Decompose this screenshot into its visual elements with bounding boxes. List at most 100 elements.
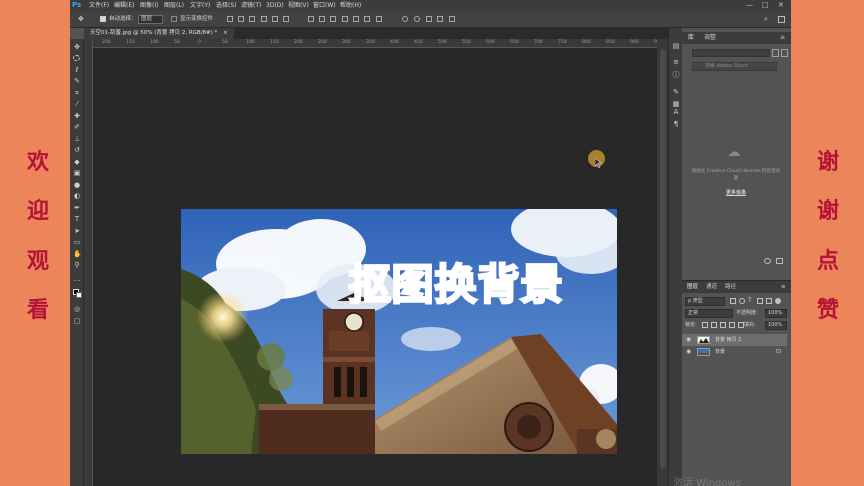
filter-shape-icon[interactable] <box>757 298 763 304</box>
layer-row[interactable]: ◉ 背景 ⊡ <box>682 346 787 358</box>
swatches-panel-icon[interactable]: ▦ <box>672 100 680 108</box>
move-tool-icon[interactable]: ✥ <box>73 43 81 51</box>
minimize-button[interactable]: — <box>746 0 753 11</box>
close-tab-icon[interactable]: × <box>223 30 228 36</box>
layer-row[interactable]: ◉ 背景 拷贝 2 <box>682 334 787 346</box>
menu-layer[interactable]: 图层(L) <box>164 0 184 11</box>
search-icon[interactable]: ⌕ <box>764 15 768 24</box>
more-info-link[interactable]: 更多信息 <box>712 189 760 196</box>
document-canvas[interactable]: 抠图换背景 <box>181 209 617 454</box>
panel-menu-icon[interactable]: ≡ <box>781 281 786 293</box>
close-button[interactable]: ✕ <box>778 0 784 11</box>
tab-channels[interactable]: 通道 <box>706 281 717 293</box>
tab-libraries[interactable]: 库 <box>688 32 694 44</box>
lasso-tool-icon[interactable]: ℓ <box>73 66 81 74</box>
menu-help[interactable]: 帮助(H) <box>340 0 361 11</box>
filter-adjustment-icon[interactable] <box>739 298 745 304</box>
rectangle-tool-icon[interactable]: ▭ <box>73 238 81 246</box>
layer-filter-dropdown[interactable]: ρ 类型 <box>685 297 725 306</box>
menu-3d[interactable]: 3D(D) <box>266 0 284 11</box>
restore-button[interactable]: □ <box>762 0 769 11</box>
menu-edit[interactable]: 编辑(E) <box>114 0 134 11</box>
visibility-eye-icon[interactable]: ◉ <box>686 334 693 346</box>
align-bottom-icon[interactable] <box>249 16 255 22</box>
distribute-hcenter-icon[interactable] <box>353 16 359 22</box>
lock-transparent-icon[interactable] <box>702 322 708 328</box>
marquee-tool-icon[interactable] <box>73 54 81 62</box>
paragraph-panel-icon[interactable]: ¶ <box>672 120 680 128</box>
lock-pixels-icon[interactable] <box>711 322 717 328</box>
menu-type[interactable]: 文字(Y) <box>190 0 210 11</box>
auto-select-checkbox[interactable] <box>100 16 106 22</box>
tab-paths[interactable]: 路径 <box>725 281 736 293</box>
fill-field[interactable]: 100% <box>765 321 787 330</box>
move-tool-icon[interactable]: ✥ <box>78 15 84 24</box>
distribute-left-icon[interactable] <box>342 16 348 22</box>
blur-tool-icon[interactable]: ● <box>73 181 81 189</box>
visibility-eye-icon[interactable]: ◉ <box>686 346 693 358</box>
eyedropper-tool-icon[interactable]: ⁄ <box>73 100 81 108</box>
dodge-tool-icon[interactable]: ◐ <box>73 192 81 200</box>
properties-panel-icon[interactable]: ≡ <box>672 58 680 66</box>
gradient-tool-icon[interactable]: ▣ <box>73 169 81 177</box>
menu-window[interactable]: 窗口(W) <box>313 0 336 11</box>
color-swatch-icon[interactable] <box>73 289 82 298</box>
path-select-icon[interactable]: ➤ <box>73 227 81 235</box>
blend-mode-dropdown[interactable]: 正常 <box>685 309 733 318</box>
menu-file[interactable]: 文件(F) <box>89 0 109 11</box>
quick-select-tool-icon[interactable]: ✎ <box>73 77 81 85</box>
healing-brush-icon[interactable]: ✚ <box>73 112 81 120</box>
3d-roll-icon[interactable] <box>414 16 420 22</box>
document-workspace[interactable]: 抠图换背景 <box>93 48 682 486</box>
library-grid-view-icon[interactable] <box>772 49 779 57</box>
3d-scale-icon[interactable] <box>449 16 455 22</box>
opacity-field[interactable]: 100% <box>765 309 787 318</box>
document-tab[interactable]: 天空01-刮羞.jpg @ 50% (背景 拷贝 2, RGB/8#) * × <box>84 28 234 39</box>
crop-tool-icon[interactable]: ⌗ <box>73 89 81 97</box>
align-right-icon[interactable] <box>283 16 289 22</box>
lock-artboard-icon[interactable] <box>729 322 735 328</box>
filter-toggle-icon[interactable] <box>775 298 781 304</box>
filter-type-icon[interactable]: T <box>748 298 754 304</box>
zoom-tool-icon[interactable]: ⚲ <box>73 261 81 269</box>
eraser-tool-icon[interactable]: ◆ <box>73 158 81 166</box>
show-transform-checkbox[interactable] <box>171 16 177 22</box>
hand-tool-icon[interactable]: ✋ <box>73 250 82 258</box>
menu-view[interactable]: 视图(V) <box>288 0 309 11</box>
3d-rotate-icon[interactable] <box>402 16 408 22</box>
brush-tool-icon[interactable]: ✐ <box>73 123 81 131</box>
align-left-icon[interactable] <box>261 16 267 22</box>
cc-sync-icon[interactable] <box>764 258 771 264</box>
distribute-vcenter-icon[interactable] <box>319 16 325 22</box>
quick-mask-icon[interactable]: ◎ <box>73 305 81 313</box>
distribute-right-icon[interactable] <box>364 16 370 22</box>
distribute-bottom-icon[interactable] <box>330 16 336 22</box>
align-top-icon[interactable] <box>227 16 233 22</box>
library-list-view-icon[interactable] <box>781 49 788 57</box>
tab-adjustments[interactable]: 调整 <box>704 32 716 44</box>
stamp-tool-icon[interactable]: ⊥ <box>73 135 81 143</box>
menu-filter[interactable]: 滤镜(T) <box>241 0 261 11</box>
align-vcenter-icon[interactable] <box>238 16 244 22</box>
3d-drag-icon[interactable] <box>426 16 432 22</box>
info-panel-icon[interactable]: ⓘ <box>672 71 680 79</box>
auto-select-dropdown[interactable]: 图层 <box>138 15 163 24</box>
history-panel-icon[interactable]: ▤ <box>672 42 680 50</box>
library-delete-icon[interactable] <box>776 258 783 264</box>
filter-smart-icon[interactable] <box>766 298 772 304</box>
auto-align-icon[interactable] <box>376 16 382 22</box>
character-panel-icon[interactable]: A <box>672 108 680 116</box>
library-dropdown[interactable] <box>692 49 770 57</box>
brush-settings-icon[interactable]: ✎ <box>672 88 680 96</box>
pen-tool-icon[interactable]: ✒ <box>73 204 81 212</box>
menu-select[interactable]: 选择(S) <box>216 0 237 11</box>
history-brush-icon[interactable]: ↺ <box>73 146 81 154</box>
lock-position-icon[interactable] <box>720 322 726 328</box>
filter-pixel-icon[interactable] <box>730 298 736 304</box>
screen-mode-icon[interactable]: ▢ <box>73 317 81 325</box>
tab-layers[interactable]: 图层 <box>687 281 698 293</box>
distribute-top-icon[interactable] <box>308 16 314 22</box>
scrollbar-thumb[interactable] <box>660 49 666 469</box>
align-hcenter-icon[interactable] <box>272 16 278 22</box>
panel-menu-icon[interactable]: ≡ <box>780 32 785 44</box>
